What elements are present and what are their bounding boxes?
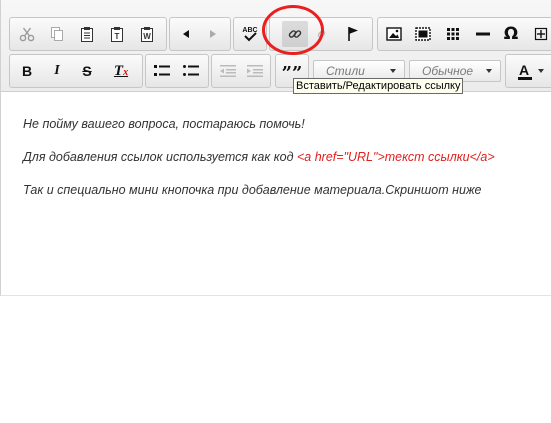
bold-icon: B (21, 63, 33, 79)
paragraph-3: Так и специально мини кнопочка при добав… (23, 183, 482, 197)
italic-button[interactable]: I (44, 58, 70, 84)
abc-check-icon: ABC (242, 27, 258, 42)
clipboard-icon (81, 27, 93, 42)
scissors-icon (19, 27, 35, 42)
paste-button[interactable] (74, 21, 100, 47)
paste-text-icon: T (111, 27, 123, 42)
paste-text-button[interactable]: T (104, 21, 130, 47)
editor-content[interactable]: Не пойму вашего вопроса, постараюсь помо… (23, 116, 543, 215)
insert-group: Ω (377, 17, 551, 51)
indent-button[interactable] (242, 58, 268, 84)
flash-button[interactable] (410, 21, 436, 47)
bulleted-list-button[interactable] (178, 58, 204, 84)
omega-icon: Ω (503, 24, 519, 44)
copy-button[interactable] (44, 21, 70, 47)
outdent-button[interactable] (215, 58, 241, 84)
paragraph-1: Не пойму вашего вопроса, постараюсь помо… (23, 117, 305, 131)
svg-text:T: T (115, 32, 120, 41)
plus-icon (534, 27, 548, 41)
svg-text:W: W (143, 32, 151, 41)
remove-format-button[interactable]: Tx (108, 58, 134, 84)
text-color-icon: A (518, 62, 532, 80)
format-combo-value: Обычное (422, 64, 474, 78)
link-tooltip: Вставить/Редактировать ссылку (293, 78, 464, 94)
outdent-icon (220, 65, 236, 77)
rich-text-editor: T W ABC Ω B I S Tx ”” Стили Обычное A Вс… (0, 0, 551, 296)
horizontal-line-icon (476, 32, 490, 36)
chevron-down-icon (486, 69, 492, 73)
table-icon (447, 28, 459, 40)
indent-group (211, 54, 271, 88)
undo-button[interactable] (173, 21, 199, 47)
paragraph-2: Для добавления ссылок используется как к… (23, 149, 543, 165)
redo-button[interactable] (200, 21, 226, 47)
bulleted-list-icon (183, 65, 199, 76)
spellcheck-button[interactable]: ABC (237, 21, 263, 47)
strike-button[interactable]: S (74, 58, 100, 84)
undo-icon (183, 30, 189, 38)
cut-button[interactable] (14, 21, 40, 47)
special-char-button[interactable]: Ω (498, 21, 524, 47)
annotation-circle (262, 5, 324, 55)
maximize-button[interactable] (528, 21, 551, 47)
remove-format-letter: T (113, 62, 124, 79)
numbered-list-button[interactable] (149, 58, 175, 84)
chevron-down-icon (538, 69, 544, 73)
italic-icon: I (54, 63, 60, 78)
remove-format-sub: x (123, 66, 129, 78)
undo-group (169, 17, 231, 51)
paragraph-2-text: Для добавления ссылок используется как к… (23, 150, 297, 164)
table-button[interactable] (440, 21, 466, 47)
paragraph-2-code: <a href="URL">текст ссылки</a> (297, 150, 495, 164)
lists-group (145, 54, 209, 88)
styles-combo-value: Стили (326, 64, 365, 78)
paste-word-button[interactable]: W (134, 21, 160, 47)
flash-icon (415, 27, 431, 41)
indent-icon (247, 65, 263, 77)
horizontal-line-button[interactable] (470, 21, 496, 47)
colors-group: A (505, 54, 551, 88)
basic-styles-group: B I S Tx (9, 54, 143, 88)
text-color-button[interactable]: A (511, 58, 551, 84)
chevron-down-icon (390, 69, 396, 73)
text-color-bar (518, 77, 532, 80)
copy-icon (51, 27, 63, 41)
image-button[interactable] (381, 21, 407, 47)
paste-word-icon: W (141, 27, 153, 42)
image-icon (386, 27, 402, 41)
numbered-list-icon (154, 65, 170, 76)
anchor-button[interactable] (340, 21, 366, 47)
flag-icon (348, 27, 358, 41)
strikethrough-icon: S (82, 63, 92, 79)
remove-format-icon: Tx (114, 63, 128, 80)
clipboard-group: T W (9, 17, 167, 51)
bold-button[interactable]: B (14, 58, 40, 84)
text-color-letter: A (519, 62, 530, 78)
redo-icon (210, 30, 216, 38)
